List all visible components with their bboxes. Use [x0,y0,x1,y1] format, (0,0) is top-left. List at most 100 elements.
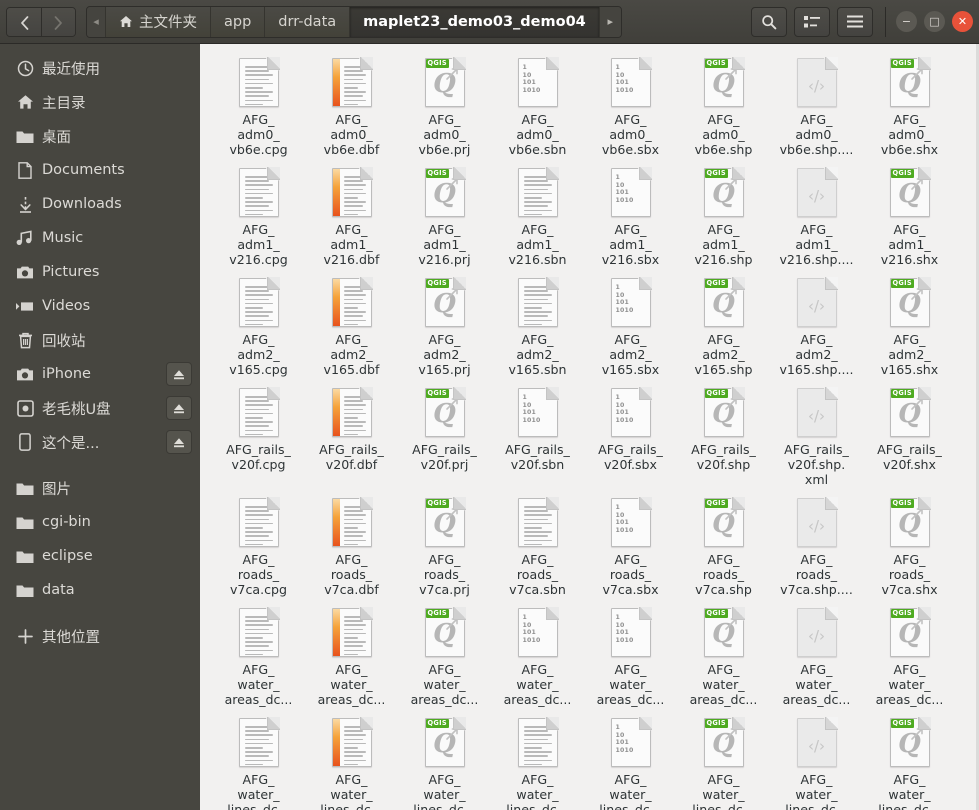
file-item[interactable]: Q QGIS AFG_ water_ areas_dc... [398,602,491,712]
breadcrumb-item-current[interactable]: maplet23_demo03_demo04 [349,6,599,37]
sidebar-item-other-locations[interactable]: 其他位置 [0,619,200,653]
file-item[interactable]: AFG_ adm1_ v216.sbn [491,162,584,272]
binary-document-icon: 1 10 101 1010 [610,277,652,327]
sidebar-item-desktop[interactable]: 桌面 [0,119,200,153]
file-item[interactable]: Q QGIS AFG_ adm1_ v216.shp [677,162,770,272]
file-item[interactable]: Q QGIS AFG_ roads_ v7ca.shx [863,492,956,602]
menu-button[interactable] [837,6,873,37]
path-scroll-right-button[interactable]: ▸ [598,6,621,37]
file-item[interactable]: Q QGIS AFG_ adm1_ v216.shx [863,162,956,272]
file-item[interactable]: 1 10 101 1010 AFG_ adm1_ v216.sbx [584,162,677,272]
file-item[interactable]: Q QGIS AFG_ adm1_ v216.prj [398,162,491,272]
file-item[interactable]: Q QGIS AFG_ water_ lines_dc... [677,712,770,810]
sidebar-item-tupian[interactable]: 图片 [0,471,200,505]
binary-digits: 1 10 101 1010 [615,724,634,754]
path-scroll-left-button[interactable]: ◂ [87,6,105,37]
sidebar-item-videos[interactable]: Videos [0,289,200,323]
file-item[interactable]: 1 10 101 1010 AFG_ water_ lines_dc... [584,712,677,810]
file-item[interactable]: Q QGIS AFG_ adm0_ vb6e.shp [677,52,770,162]
file-item[interactable]: ‹/› AFG_ roads_ v7ca.shp.... [770,492,863,602]
file-item[interactable]: Q QGIS AFG_ roads_ v7ca.prj [398,492,491,602]
file-item[interactable]: AFG_ adm0_ vb6e.dbf [305,52,398,162]
file-item[interactable]: ‹/› AFG_rails_ v20f.shp. xml [770,382,863,492]
file-item[interactable]: 1 10 101 1010 AFG_ roads_ v7ca.sbx [584,492,677,602]
sidebar-item-documents[interactable]: Documents [0,153,200,187]
file-name-label: AFG_ roads_ v7ca.shp.... [780,552,853,597]
file-item[interactable]: 1 10 101 1010 AFG_ adm0_ vb6e.sbx [584,52,677,162]
sidebar-item-music[interactable]: Music [0,221,200,255]
forward-button[interactable] [41,7,75,36]
file-item[interactable]: AFG_ adm2_ v165.dbf [305,272,398,382]
sidebar-item-usb-drive[interactable]: 老毛桃U盘 [0,391,200,425]
file-list-area[interactable]: AFG_ adm0_ vb6e.cpg AFG_ adm0_ vb6e.dbf Q QGIS A… [200,44,979,810]
text-document-icon [517,167,559,217]
file-item[interactable]: ‹/› AFG_ adm1_ v216.shp.... [770,162,863,272]
file-item[interactable]: Q QGIS AFG_ roads_ v7ca.shp [677,492,770,602]
file-item[interactable]: AFG_rails_ v20f.cpg [212,382,305,492]
search-button[interactable] [751,6,787,37]
file-item[interactable]: 1 10 101 1010 AFG_rails_ v20f.sbx [584,382,677,492]
file-item[interactable]: AFG_ adm1_ v216.cpg [212,162,305,272]
sidebar-item-label: cgi-bin [42,514,91,530]
file-item[interactable]: Q QGIS AFG_rails_ v20f.prj [398,382,491,492]
file-item[interactable]: AFG_ adm2_ v165.cpg [212,272,305,382]
file-item[interactable]: AFG_ adm0_ vb6e.cpg [212,52,305,162]
eject-button[interactable] [166,362,192,386]
file-item[interactable]: Q QGIS AFG_ adm2_ v165.shp [677,272,770,382]
file-name-label: AFG_ water_ lines_dc... [227,772,290,810]
file-item[interactable]: 1 10 101 1010 AFG_ adm0_ vb6e.sbn [491,52,584,162]
file-item[interactable]: ‹/› AFG_ adm2_ v165.shp.... [770,272,863,382]
file-name-label: AFG_ roads_ v7ca.dbf [324,552,379,597]
sidebar-item-iphone[interactable]: iPhone [0,357,200,391]
maximize-button[interactable]: □ [924,11,945,32]
file-item[interactable]: Q QGIS AFG_rails_ v20f.shp [677,382,770,492]
breadcrumb-item-drr-data[interactable]: drr-data [264,6,350,37]
sidebar-item-trash[interactable]: 回收站 [0,323,200,357]
file-item[interactable]: ‹/› AFG_ water_ lines_dc... [770,712,863,810]
file-item[interactable]: 1 10 101 1010 AFG_ water_ areas_dc... [584,602,677,712]
close-button[interactable]: ✕ [952,11,973,32]
file-item[interactable]: AFG_ adm1_ v216.dbf [305,162,398,272]
file-item[interactable]: Q QGIS AFG_ water_ areas_dc... [677,602,770,712]
file-item[interactable]: AFG_ water_ areas_dc... [305,602,398,712]
file-item[interactable]: AFG_ roads_ v7ca.cpg [212,492,305,602]
file-item[interactable]: 1 10 101 1010 AFG_rails_ v20f.sbn [491,382,584,492]
file-item[interactable]: Q QGIS AFG_ adm2_ v165.prj [398,272,491,382]
view-toggle-button[interactable] [794,6,830,37]
file-item[interactable]: Q QGIS AFG_ adm2_ v165.shx [863,272,956,382]
text-document-icon [238,497,280,547]
file-item[interactable]: Q QGIS AFG_ adm0_ vb6e.shx [863,52,956,162]
file-item[interactable]: AFG_ adm2_ v165.sbn [491,272,584,382]
file-item[interactable]: AFG_rails_ v20f.dbf [305,382,398,492]
sidebar-item-home[interactable]: 主目录 [0,85,200,119]
sidebar-item-cgi-bin[interactable]: cgi-bin [0,505,200,539]
file-item[interactable]: Q QGIS AFG_rails_ v20f.shx [863,382,956,492]
file-item[interactable]: Q QGIS AFG_ adm0_ vb6e.prj [398,52,491,162]
file-item[interactable]: 1 10 101 1010 AFG_ adm2_ v165.sbx [584,272,677,382]
file-item[interactable]: AFG_ water_ lines_dc... [305,712,398,810]
sidebar-item-recent[interactable]: 最近使用 [0,51,200,85]
file-item[interactable]: ‹/› AFG_ water_ areas_dc... [770,602,863,712]
file-item[interactable]: Q QGIS AFG_ water_ lines_dc... [863,712,956,810]
breadcrumb-item-app[interactable]: app [210,6,265,37]
sidebar-item-data[interactable]: data [0,573,200,607]
breadcrumb-item-home[interactable]: 主文件夹 [105,6,210,37]
file-item[interactable]: ‹/› AFG_ adm0_ vb6e.shp.... [770,52,863,162]
sidebar-item-device[interactable]: 这个是... [0,425,200,459]
minimize-button[interactable]: − [896,11,917,32]
file-name-label: AFG_rails_ v20f.shp. xml [784,442,849,487]
file-item[interactable]: 1 10 101 1010 AFG_ water_ areas_dc... [491,602,584,712]
eject-button[interactable] [166,396,192,420]
file-item[interactable]: Q QGIS AFG_ water_ lines_dc... [398,712,491,810]
sidebar-item-downloads[interactable]: Downloads [0,187,200,221]
back-button[interactable] [7,7,41,36]
file-item[interactable]: AFG_ roads_ v7ca.dbf [305,492,398,602]
file-item[interactable]: AFG_ roads_ v7ca.sbn [491,492,584,602]
sidebar-item-eclipse[interactable]: eclipse [0,539,200,573]
sidebar-item-pictures[interactable]: Pictures [0,255,200,289]
file-item[interactable]: AFG_ water_ lines_dc... [212,712,305,810]
file-item[interactable]: Q QGIS AFG_ water_ areas_dc... [863,602,956,712]
eject-button[interactable] [166,430,192,454]
file-item[interactable]: AFG_ water_ areas_dc... [212,602,305,712]
file-item[interactable]: AFG_ water_ lines_dc... [491,712,584,810]
